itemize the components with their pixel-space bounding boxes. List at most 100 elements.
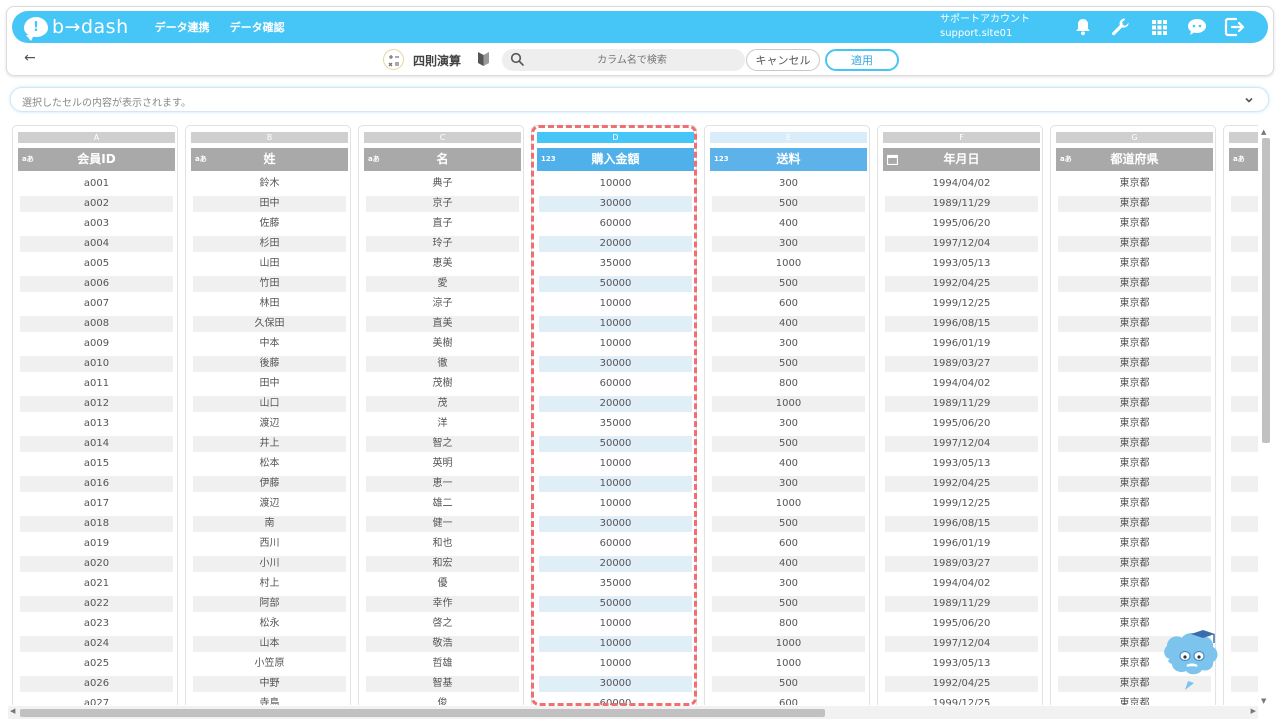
column-header[interactable]: aあ 姓 xyxy=(191,148,348,171)
table-cell[interactable]: 400 xyxy=(712,316,865,332)
table-cell[interactable]: 林田 xyxy=(193,296,346,312)
table-cell[interactable]: 10000 xyxy=(539,616,692,632)
column-letter[interactable] xyxy=(1229,132,1258,143)
table-cell[interactable]: a021 xyxy=(20,576,173,592)
table-cell[interactable]: 西川 xyxy=(193,536,346,552)
table-cell[interactable]: 20000 xyxy=(539,236,692,252)
table-cell[interactable]: 東京都 xyxy=(1058,176,1211,192)
table-cell[interactable] xyxy=(1231,416,1258,432)
table-cell[interactable] xyxy=(1231,616,1258,632)
table-cell[interactable]: 1000 xyxy=(712,496,865,512)
table-cell[interactable]: 50000 xyxy=(539,436,692,452)
table-cell[interactable]: 300 xyxy=(712,176,865,192)
table-cell[interactable]: 10000 xyxy=(539,636,692,652)
table-cell[interactable]: 恵一 xyxy=(366,476,519,492)
table-cell[interactable]: 東京都 xyxy=(1058,356,1211,372)
table-cell[interactable]: 東京都 xyxy=(1058,256,1211,272)
table-cell[interactable] xyxy=(1231,536,1258,552)
table-cell[interactable]: a023 xyxy=(20,616,173,632)
table-cell[interactable]: 典子 xyxy=(366,176,519,192)
table-cell[interactable]: 阿部 xyxy=(193,596,346,612)
table-cell[interactable] xyxy=(1231,256,1258,272)
column-date[interactable]: F 年月日 1994/04/02 1989/11/29 1995/06/20 1997/1… xyxy=(877,125,1043,705)
table-cell[interactable]: 10000 xyxy=(539,496,692,512)
scroll-up-icon[interactable]: ▲ xyxy=(1261,128,1266,136)
table-cell[interactable]: 60000 xyxy=(539,216,692,232)
table-cell[interactable]: 10000 xyxy=(539,456,692,472)
table-cell[interactable]: 1000 xyxy=(712,256,865,272)
table-cell[interactable]: 35000 xyxy=(539,576,692,592)
table-cell[interactable]: a019 xyxy=(20,536,173,552)
table-cell[interactable]: 1997/12/04 xyxy=(885,436,1038,452)
table-cell[interactable]: 1994/04/02 xyxy=(885,176,1038,192)
column-letter[interactable]: C xyxy=(364,132,521,143)
table-cell[interactable]: a014 xyxy=(20,436,173,452)
table-cell[interactable]: 300 xyxy=(712,576,865,592)
table-cell[interactable]: 1997/12/04 xyxy=(885,236,1038,252)
table-cell[interactable]: a027 xyxy=(20,696,173,705)
column-letter[interactable]: D xyxy=(537,132,694,143)
table-cell[interactable] xyxy=(1231,596,1258,612)
table-cell[interactable]: 1992/04/25 xyxy=(885,676,1038,692)
table-cell[interactable]: 1995/06/20 xyxy=(885,416,1038,432)
table-cell[interactable]: 小川 xyxy=(193,556,346,572)
table-cell[interactable]: a009 xyxy=(20,336,173,352)
table-cell[interactable]: 30000 xyxy=(539,196,692,212)
table-cell[interactable]: 300 xyxy=(712,476,865,492)
table-cell[interactable]: 茂 xyxy=(366,396,519,412)
column-letter[interactable]: B xyxy=(191,132,348,143)
table-cell[interactable]: a018 xyxy=(20,516,173,532)
column-header[interactable]: 123 購入金額 xyxy=(537,148,694,171)
table-cell[interactable]: 1996/01/19 xyxy=(885,536,1038,552)
column-header[interactable]: aあ 会員ID xyxy=(18,148,175,171)
table-cell[interactable]: 幸作 xyxy=(366,596,519,612)
table-cell[interactable]: 10000 xyxy=(539,476,692,492)
table-cell[interactable]: 和宏 xyxy=(366,556,519,572)
table-cell[interactable]: 1992/04/25 xyxy=(885,476,1038,492)
table-cell[interactable]: 600 xyxy=(712,696,865,705)
column-letter[interactable]: E xyxy=(710,132,867,143)
table-cell[interactable]: 600 xyxy=(712,536,865,552)
table-cell[interactable]: 久保田 xyxy=(193,316,346,332)
table-cell[interactable]: 500 xyxy=(712,276,865,292)
table-cell[interactable]: 60000 xyxy=(539,536,692,552)
column-header[interactable]: aあ 名 xyxy=(364,148,521,171)
table-cell[interactable]: a008 xyxy=(20,316,173,332)
account-info[interactable]: サポートアカウント support.site01 xyxy=(940,13,1030,41)
nav-data-check[interactable]: データ確認 xyxy=(230,19,285,35)
table-cell[interactable]: 涼子 xyxy=(366,296,519,312)
table-cell[interactable]: a024 xyxy=(20,636,173,652)
table-cell[interactable] xyxy=(1231,696,1258,705)
table-cell[interactable]: a001 xyxy=(20,176,173,192)
table-cell[interactable]: 東京都 xyxy=(1058,296,1211,312)
table-cell[interactable]: 東京都 xyxy=(1058,596,1211,612)
table-cell[interactable]: 英明 xyxy=(366,456,519,472)
table-cell[interactable]: a020 xyxy=(20,556,173,572)
scroll-right-icon[interactable]: ▶ xyxy=(1251,707,1256,715)
table-cell[interactable]: 田中 xyxy=(193,376,346,392)
table-cell[interactable]: 哲雄 xyxy=(366,656,519,672)
column-header[interactable]: 年月日 xyxy=(883,148,1040,171)
table-cell[interactable]: a006 xyxy=(20,276,173,292)
bell-icon[interactable] xyxy=(1072,16,1094,38)
horizontal-scrollbar[interactable]: ◀ ▶ xyxy=(8,706,1258,719)
table-cell[interactable] xyxy=(1231,296,1258,312)
table-cell[interactable]: 1000 xyxy=(712,636,865,652)
table-cell[interactable]: 20000 xyxy=(539,396,692,412)
table-cell[interactable]: 1993/05/13 xyxy=(885,256,1038,272)
table-cell[interactable]: 10000 xyxy=(539,296,692,312)
table-cell[interactable] xyxy=(1231,556,1258,572)
table-cell[interactable]: 伊藤 xyxy=(193,476,346,492)
table-cell[interactable] xyxy=(1231,376,1258,392)
table-cell[interactable]: 俊 xyxy=(366,696,519,705)
vertical-scroll-thumb[interactable] xyxy=(1262,138,1270,443)
table-cell[interactable]: 800 xyxy=(712,376,865,392)
horizontal-scroll-thumb[interactable] xyxy=(20,709,825,717)
table-cell[interactable]: a025 xyxy=(20,656,173,672)
table-cell[interactable]: 村上 xyxy=(193,576,346,592)
scroll-left-icon[interactable]: ◀ xyxy=(10,707,15,715)
table-cell[interactable]: 東京都 xyxy=(1058,476,1211,492)
cancel-button[interactable]: キャンセル xyxy=(746,49,820,71)
table-cell[interactable]: 東京都 xyxy=(1058,416,1211,432)
table-cell[interactable]: 智基 xyxy=(366,676,519,692)
